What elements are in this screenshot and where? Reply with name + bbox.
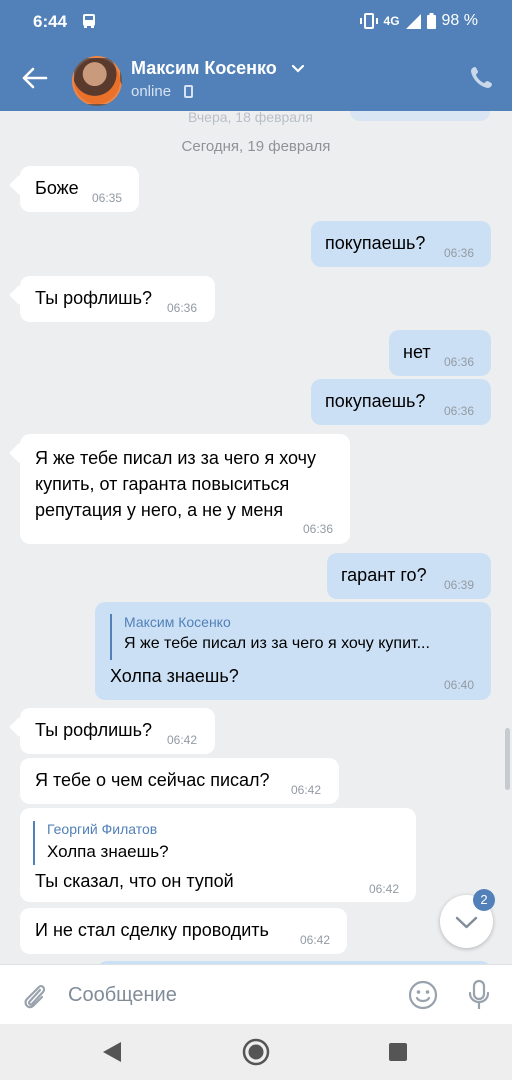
message-bubble-in-reply[interactable]: Георгий Филатов Холпа знаешь? Ты сказал,… [20, 808, 416, 902]
message-bubble-out[interactable]: гарант го? 06:39 [327, 553, 491, 599]
message-bubble-in[interactable]: Ты рофлишь? 06:42 [20, 708, 215, 754]
reply-text: Холпа знаешь? [47, 842, 169, 861]
status-bar: 6:44 4G 98 % [0, 0, 512, 44]
message-text: покупаешь? [325, 391, 426, 411]
message-text: Ты сказал, что он тупой [35, 871, 234, 891]
app-header: 6:44 4G 98 % Максим Косенко online [0, 0, 512, 111]
status-right: 4G 98 % [359, 12, 478, 30]
message-time: 06:35 [92, 191, 123, 205]
reply-text: Я же тебе писал из за чего я хочу купит.… [124, 635, 430, 652]
message-time: 06:42 [300, 933, 331, 947]
vibrate-icon [359, 13, 378, 29]
message-bubble-in[interactable]: Боже 06:35 [20, 166, 139, 212]
avatar[interactable] [72, 56, 122, 106]
mobile-icon [184, 85, 193, 98]
message-bubble-out-reply[interactable]: Максим Косенко Я же тебе писал из за чег… [95, 602, 491, 700]
signal-icon [405, 13, 421, 29]
reply-author: Георгий Филатов [47, 821, 158, 837]
message-text: Холпа знаешь? [110, 666, 239, 686]
reply-quote[interactable]: Георгий Филатов Холпа знаешь? [33, 821, 169, 865]
reply-author: Максим Косенко [124, 614, 231, 630]
nav-back-icon[interactable] [103, 1042, 121, 1062]
smile-icon[interactable] [408, 980, 438, 1010]
message-bubble-in[interactable]: Я же тебе писал из за чего я хочу купить… [20, 434, 350, 544]
arrow-left-icon[interactable] [20, 66, 48, 90]
battery-icon [426, 13, 436, 29]
message-bubble-out[interactable]: нет 06:36 [389, 330, 491, 376]
message-list[interactable]: Вчера, 18 февраля Сегодня, 19 февраля Бо… [0, 111, 512, 964]
system-nav-bar [0, 1024, 512, 1080]
message-text-line-3: репутация у него, а не у меня [35, 500, 284, 520]
network-type: 4G [383, 14, 400, 28]
chevron-down-icon[interactable] [291, 64, 305, 74]
reply-quote[interactable]: Максим Косенко Я же тебе писал из за чег… [110, 614, 430, 660]
phone-icon[interactable] [470, 65, 494, 89]
bus-icon [83, 14, 95, 28]
paperclip-icon[interactable] [20, 981, 48, 1011]
message-text-line-2: купить, от гаранта повыситься [35, 474, 290, 494]
message-text: нет [403, 342, 431, 362]
message-text: покупаешь? [325, 233, 426, 253]
message-time: 06:40 [444, 678, 475, 692]
message-text: Ты рофлишь? [35, 288, 152, 308]
microphone-icon[interactable] [467, 979, 491, 1011]
battery-percent: 98 % [441, 12, 478, 29]
status-time: 6:44 [33, 12, 68, 31]
message-time: 06:36 [167, 301, 198, 315]
message-text-line-1: Я же тебе писал из за чего я хочу [35, 448, 317, 468]
message-bubble-in[interactable]: Я тебе о чем сейчас писал? 06:42 [20, 758, 339, 804]
message-text: Ты рофлишь? [35, 720, 152, 740]
message-bubble-out[interactable]: покупаешь? 06:36 [311, 379, 491, 425]
nav-home-icon[interactable] [242, 1038, 270, 1066]
message-text: Боже [35, 178, 79, 198]
message-bubble-out[interactable]: покупаешь? 06:36 [311, 221, 491, 267]
faded-outgoing-bubble [350, 111, 490, 121]
scrollbar[interactable] [505, 728, 510, 790]
presence-status: online [131, 83, 172, 100]
message-text: И не стал сделку проводить [35, 920, 269, 940]
unread-badge: 2 [473, 889, 495, 911]
message-text: Я тебе о чем сейчас писал? [35, 770, 270, 790]
nav-recents-icon[interactable] [389, 1043, 407, 1061]
message-bubble-in[interactable]: И не стал сделку проводить 06:42 [20, 908, 347, 954]
message-time: 06:39 [444, 578, 475, 592]
message-input[interactable] [68, 981, 388, 1009]
message-time: 06:42 [291, 783, 322, 797]
message-time: 06:36 [303, 522, 334, 536]
message-time: 06:42 [369, 882, 400, 896]
message-composer [0, 964, 512, 1024]
message-time: 06:36 [444, 246, 475, 260]
message-bubble-in[interactable]: Ты рофлишь? 06:36 [20, 276, 215, 322]
message-text: гарант го? [341, 565, 427, 585]
message-time: 06:36 [444, 355, 475, 369]
date-separator: Сегодня, 19 февраля [181, 138, 331, 155]
message-time: 06:42 [167, 733, 198, 747]
message-time: 06:36 [444, 404, 475, 418]
faded-date-label: Вчера, 18 февраля [188, 111, 313, 125]
contact-name[interactable]: Максим Косенко [131, 58, 277, 79]
